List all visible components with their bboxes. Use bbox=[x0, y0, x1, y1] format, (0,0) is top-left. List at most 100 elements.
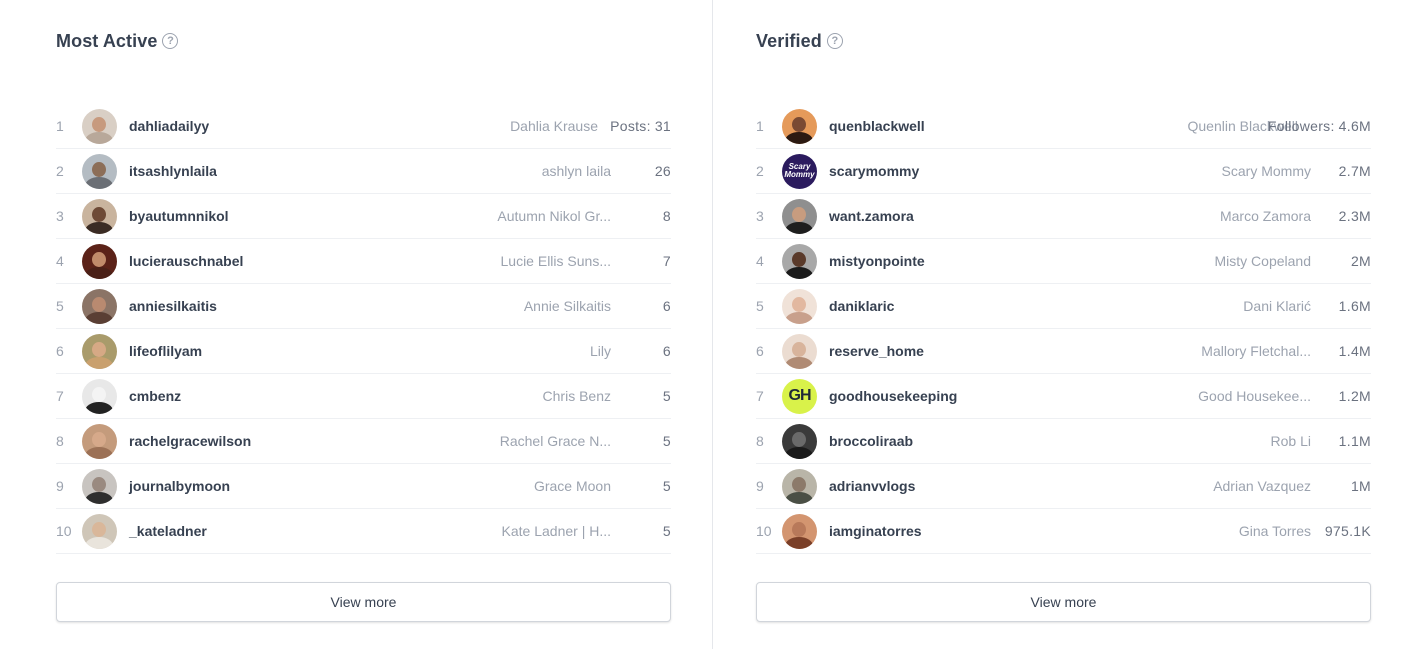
avatar[interactable] bbox=[782, 468, 817, 504]
list-item[interactable]: 5 daniklaric Dani Klarić 1.6M bbox=[756, 284, 1371, 329]
avatar[interactable] bbox=[82, 198, 117, 234]
list-item[interactable]: 8 broccoliraab Rob Li 1.1M bbox=[756, 419, 1371, 464]
avatar[interactable] bbox=[782, 513, 817, 549]
stat-number: 2M bbox=[1350, 253, 1371, 269]
rank-number: 2 bbox=[756, 163, 764, 179]
username-link[interactable]: itsashlynlaila bbox=[129, 163, 217, 179]
avatar[interactable] bbox=[82, 333, 117, 369]
avatar[interactable] bbox=[782, 333, 817, 369]
verified-header: Verified ? bbox=[756, 30, 843, 52]
username-link[interactable]: lifeoflilyam bbox=[129, 343, 202, 359]
avatar[interactable] bbox=[82, 468, 117, 504]
view-more-button[interactable]: View more bbox=[756, 582, 1371, 622]
username-link[interactable]: dahliadailyy bbox=[129, 118, 209, 134]
list-item[interactable]: 2 Scary Mommy scarymommy Scary Mommy 2.7M bbox=[756, 149, 1371, 194]
display-name: Rob Li bbox=[1270, 433, 1311, 449]
avatar[interactable] bbox=[82, 153, 117, 189]
avatar-head bbox=[92, 206, 106, 222]
avatar[interactable] bbox=[82, 108, 117, 144]
avatar-head bbox=[92, 116, 106, 132]
username-link[interactable]: byautumnnikol bbox=[129, 208, 229, 224]
username-link[interactable]: goodhousekeeping bbox=[829, 388, 957, 404]
username-link[interactable]: rachelgracewilson bbox=[129, 433, 251, 449]
list-item[interactable]: 7 cmbenz Chris Benz 5 bbox=[56, 374, 671, 419]
list-item[interactable]: 10 iamginatorres Gina Torres 975.1K bbox=[756, 509, 1371, 554]
username-link[interactable]: broccoliraab bbox=[829, 433, 913, 449]
avatar[interactable] bbox=[82, 513, 117, 549]
question-circle-icon[interactable]: ? bbox=[826, 33, 843, 49]
list-item[interactable]: 6 reserve_home Mallory Fletchal... 1.4M bbox=[756, 329, 1371, 374]
avatar[interactable]: GH bbox=[782, 378, 817, 414]
question-circle-icon[interactable]: ? bbox=[162, 33, 179, 49]
username-link[interactable]: _kateladner bbox=[129, 523, 207, 539]
list-item[interactable]: 1 dahliadailyy Dahlia Krause Posts: 31 bbox=[56, 104, 671, 149]
avatar-body bbox=[785, 356, 813, 369]
stat-number: 2.3M bbox=[1338, 208, 1371, 224]
list-item[interactable]: 9 adrianvvlogs Adrian Vazquez 1M bbox=[756, 464, 1371, 509]
display-name: Dahlia Krause bbox=[510, 118, 598, 134]
username-link[interactable]: adrianvvlogs bbox=[829, 478, 915, 494]
username-link[interactable]: anniesilkaitis bbox=[129, 298, 217, 314]
avatar-body bbox=[785, 536, 813, 549]
list-item[interactable]: 2 itsashlynlaila ashlyn laila 26 bbox=[56, 149, 671, 194]
avatar[interactable] bbox=[782, 288, 817, 324]
username-link[interactable]: reserve_home bbox=[829, 343, 924, 359]
avatar-body bbox=[785, 221, 813, 234]
list-item[interactable]: 3 byautumnnikol Autumn Nikol Gr... 8 bbox=[56, 194, 671, 239]
username-link[interactable]: lucierauschnabel bbox=[129, 253, 243, 269]
avatar-body bbox=[785, 311, 813, 324]
list-item[interactable]: 4 mistyonpointe Misty Copeland 2M bbox=[756, 239, 1371, 284]
verified-panel: Verified ? 1 quenblackwell Quenlin Blackwe… bbox=[713, 0, 1426, 649]
avatar[interactable] bbox=[782, 198, 817, 234]
rank-number: 7 bbox=[56, 388, 64, 404]
most-active-header: Most Active ? bbox=[56, 30, 179, 52]
stat-number: 6 bbox=[662, 298, 671, 314]
avatar[interactable] bbox=[782, 108, 817, 144]
username-link[interactable]: mistyonpointe bbox=[829, 253, 925, 269]
avatar-body bbox=[85, 491, 113, 504]
list-item[interactable]: 6 lifeoflilyam Lily 6 bbox=[56, 329, 671, 374]
avatar-head bbox=[792, 116, 806, 132]
avatar[interactable] bbox=[782, 423, 817, 459]
stat-value: 975.1K bbox=[1325, 523, 1371, 539]
avatar[interactable] bbox=[82, 378, 117, 414]
stat-number: 2.7M bbox=[1338, 163, 1371, 179]
stat-number: 1.6M bbox=[1338, 298, 1371, 314]
rank-number: 10 bbox=[756, 523, 772, 539]
list-item[interactable]: 9 journalbymoon Grace Moon 5 bbox=[56, 464, 671, 509]
list-item[interactable]: 10 _kateladner Kate Ladner | H... 5 bbox=[56, 509, 671, 554]
list-item[interactable]: 5 anniesilkaitis Annie Silkaitis 6 bbox=[56, 284, 671, 329]
username-link[interactable]: cmbenz bbox=[129, 388, 181, 404]
list-item[interactable]: 1 quenblackwell Quenlin Blackwell Followers… bbox=[756, 104, 1371, 149]
display-name: Annie Silkaitis bbox=[523, 298, 611, 314]
username-link[interactable]: journalbymoon bbox=[129, 478, 230, 494]
avatar[interactable] bbox=[82, 423, 117, 459]
avatar-head bbox=[92, 476, 106, 492]
avatar[interactable] bbox=[82, 288, 117, 324]
list-item[interactable]: 3 want.zamora Marco Zamora 2.3M bbox=[756, 194, 1371, 239]
panel-title: Verified bbox=[756, 30, 822, 51]
username-link[interactable]: scarymommy bbox=[829, 163, 919, 179]
username-link[interactable]: want.zamora bbox=[829, 208, 914, 224]
stat-value: 8 bbox=[663, 208, 671, 224]
display-name: Gina Torres bbox=[1238, 523, 1311, 539]
display-name: Misty Copeland bbox=[1214, 253, 1312, 269]
stat-value: 2.7M bbox=[1339, 163, 1371, 179]
view-more-button[interactable]: View more bbox=[56, 582, 671, 622]
username-link[interactable]: iamginatorres bbox=[829, 523, 922, 539]
username-link[interactable]: quenblackwell bbox=[829, 118, 925, 134]
avatar-body bbox=[785, 266, 813, 279]
list-item[interactable]: 7 GH goodhousekeeping Good Housekee... 1.2M bbox=[756, 374, 1371, 419]
avatar-head bbox=[792, 296, 806, 312]
avatar[interactable] bbox=[782, 243, 817, 279]
avatar[interactable] bbox=[82, 243, 117, 279]
list-item[interactable]: 8 rachelgracewilson Rachel Grace N... 5 bbox=[56, 419, 671, 464]
display-name: Lily bbox=[589, 343, 611, 359]
username-link[interactable]: daniklaric bbox=[829, 298, 894, 314]
rank-number: 10 bbox=[56, 523, 72, 539]
display-name: ashlyn laila bbox=[541, 163, 611, 179]
avatar[interactable]: Scary Mommy bbox=[782, 153, 817, 189]
rank-number: 7 bbox=[756, 388, 764, 404]
list-item[interactable]: 4 lucierauschnabel Lucie Ellis Suns... 7 bbox=[56, 239, 671, 284]
stat-label: Followers: bbox=[1267, 118, 1335, 134]
